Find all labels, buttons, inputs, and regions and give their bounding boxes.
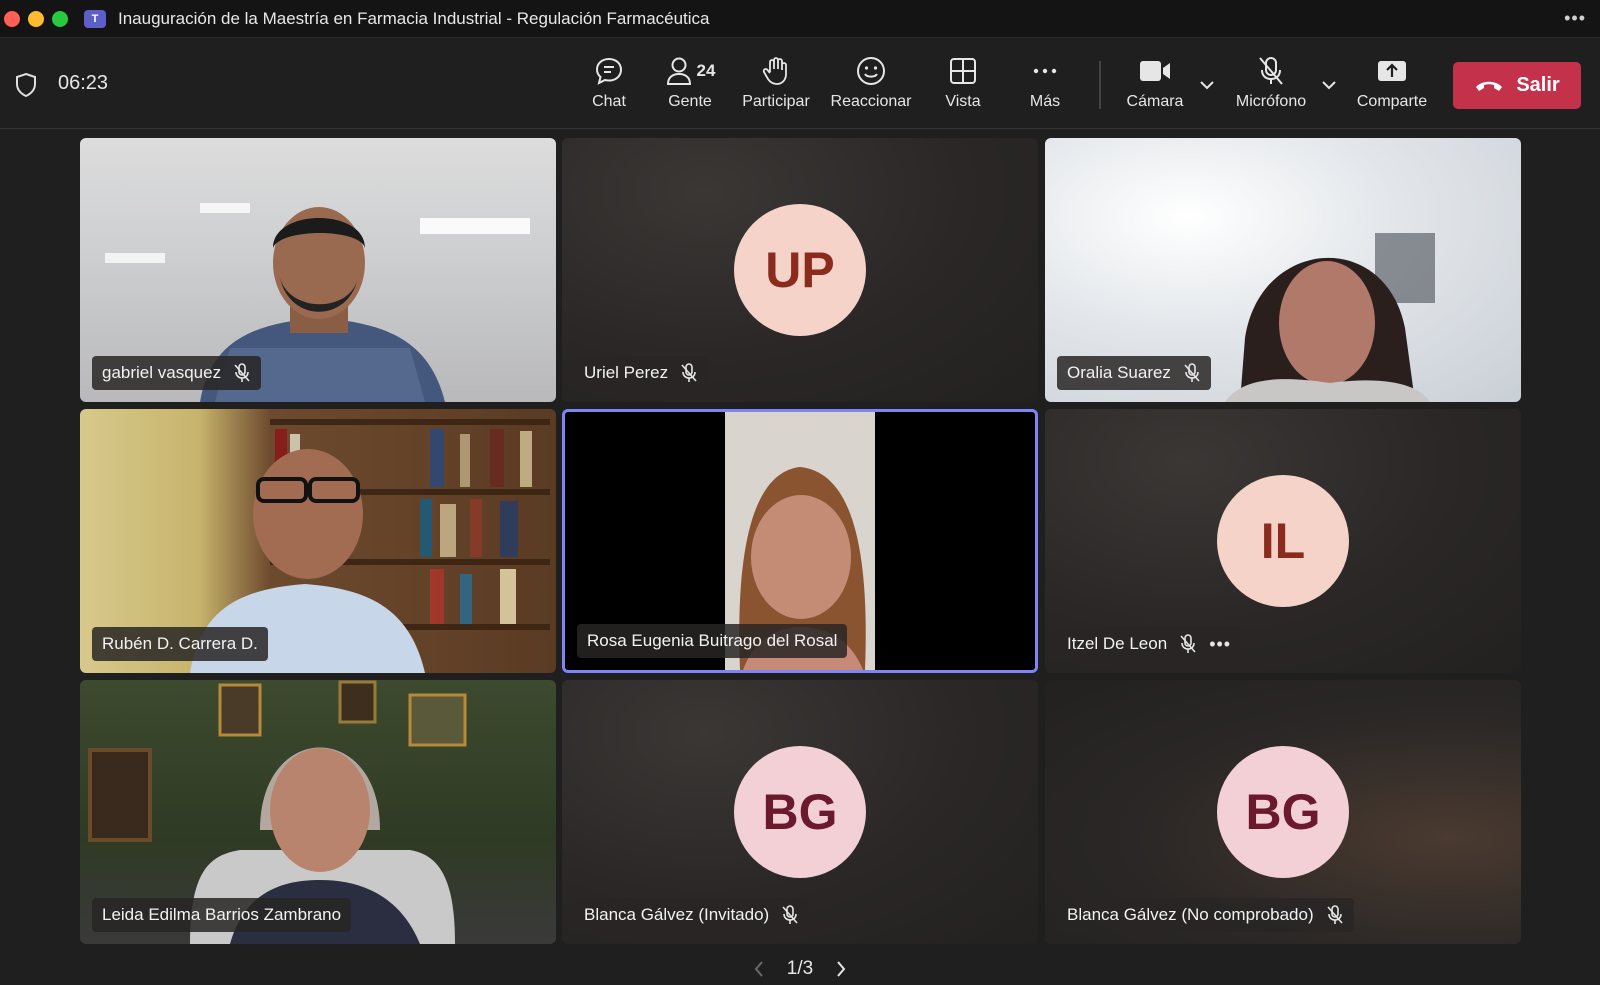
raise-hand-button[interactable]: Participar — [736, 53, 816, 119]
camera-icon — [1140, 61, 1170, 81]
share-screen-icon — [1378, 61, 1406, 81]
microphone-button[interactable]: Micrófono — [1230, 53, 1312, 119]
share-button[interactable]: Comparte — [1352, 53, 1432, 119]
participant-tile-itzel-de-leon[interactable]: IL Itzel De Leon ••• — [1045, 409, 1521, 673]
participant-nameplate: Uriel Perez — [574, 356, 709, 390]
participant-nameplate: Rubén D. Carrera D. — [92, 627, 268, 661]
participant-nameplate: Rosa Eugenia Buitrago del Rosal — [577, 624, 848, 658]
mic-off-icon — [1327, 905, 1343, 924]
share-label: Comparte — [1356, 93, 1428, 110]
participant-name: Rosa Eugenia Buitrago del Rosal — [587, 631, 838, 650]
smiley-icon — [857, 57, 885, 85]
avatar: BG — [734, 746, 866, 878]
chat-button[interactable]: Chat — [584, 53, 634, 119]
meeting-timer: 06:23 — [58, 72, 109, 94]
avatar: BG — [1217, 746, 1349, 878]
minimize-window-button[interactable] — [28, 10, 44, 27]
participant-tile-ruben-carrera[interactable]: Rubén D. Carrera D. — [80, 409, 556, 673]
participant-nameplate: Blanca Gálvez (No comprobado) — [1057, 898, 1354, 932]
participant-name: Blanca Gálvez (Invitado) — [584, 905, 770, 924]
chat-icon — [595, 57, 623, 85]
toolbar-divider — [1099, 61, 1101, 109]
participant-tile-uriel-perez[interactable]: UP Uriel Perez — [562, 138, 1038, 402]
camera-options-chevron-down-icon[interactable] — [1198, 79, 1216, 91]
chat-label: Chat — [592, 93, 626, 110]
participant-name: Itzel De Leon — [1067, 634, 1168, 653]
participant-nameplate: Leida Edilma Barrios Zambrano — [92, 898, 352, 932]
participant-tile-blanca-galvez-no-comprobado[interactable]: BG Blanca Gálvez (No comprobado) — [1045, 680, 1521, 944]
next-page-chevron-right-icon[interactable] — [835, 960, 847, 978]
gallery-pager: 1/3 — [0, 955, 1600, 983]
participant-nameplate: gabriel vasquez — [92, 356, 262, 390]
participant-tile-gabriel-vasquez[interactable]: gabriel vasquez — [80, 138, 556, 402]
camera-label: Cámara — [1126, 93, 1184, 110]
mic-off-icon — [782, 905, 798, 924]
react-button[interactable]: Reaccionar — [826, 53, 916, 119]
participant-nameplate: Oralia Suarez — [1057, 356, 1211, 390]
participant-name: Leida Edilma Barrios Zambrano — [102, 905, 342, 924]
raise-hand-icon — [762, 57, 787, 85]
more-button[interactable]: Más — [1020, 53, 1070, 119]
camera-button[interactable]: Cámara — [1120, 53, 1190, 119]
leave-label: Salir — [1516, 74, 1560, 96]
participant-name: Blanca Gálvez (No comprobado) — [1067, 905, 1314, 924]
participant-name: Rubén D. Carrera D. — [102, 634, 258, 653]
window-controls — [4, 10, 68, 27]
view-button[interactable]: Vista — [938, 53, 988, 119]
mic-off-icon — [1180, 634, 1196, 653]
participant-tile-rosa-buitrago[interactable]: Rosa Eugenia Buitrago del Rosal — [562, 409, 1038, 673]
mic-off-icon — [1259, 57, 1283, 85]
maximize-window-button[interactable] — [52, 10, 68, 27]
view-label: Vista — [945, 93, 981, 110]
participant-name: Oralia Suarez — [1067, 363, 1171, 382]
mic-off-icon — [1184, 363, 1200, 382]
people-icon — [666, 57, 691, 85]
people-label: Gente — [668, 93, 712, 110]
people-count: 24 — [696, 61, 716, 80]
leave-button[interactable]: Salir — [1453, 62, 1581, 109]
window-title: Inauguración de la Maestría en Farmacia … — [118, 8, 710, 28]
more-label: Más — [1029, 93, 1061, 110]
participant-options-icon[interactable]: ••• — [1209, 635, 1231, 653]
mic-options-chevron-down-icon[interactable] — [1320, 79, 1338, 91]
avatar: UP — [734, 204, 866, 336]
react-label: Reaccionar — [830, 93, 912, 110]
hang-up-icon — [1476, 81, 1503, 91]
more-horizontal-icon[interactable]: ••• — [1564, 8, 1586, 29]
microphone-label: Micrófono — [1235, 93, 1307, 110]
previous-page-chevron-left-icon[interactable] — [753, 960, 765, 978]
participant-tile-oralia-suarez[interactable]: Oralia Suarez — [1045, 138, 1521, 402]
participant-name: gabriel vasquez — [102, 363, 222, 382]
mic-off-icon — [234, 363, 250, 382]
raise-hand-label: Participar — [742, 93, 810, 110]
page-indicator: 1/3 — [786, 958, 814, 979]
teams-logo-icon: T — [84, 9, 106, 28]
participant-nameplate: Blanca Gálvez (Invitado) — [574, 898, 810, 932]
window-titlebar: T Inauguración de la Maestría en Farmaci… — [0, 0, 1600, 38]
participant-tile-blanca-galvez-invitado[interactable]: BG Blanca Gálvez (Invitado) — [562, 680, 1038, 944]
meeting-toolbar: 06:23 Chat 24 Gente Participar Reacciona… — [0, 39, 1600, 129]
people-button[interactable]: 24 Gente — [658, 53, 722, 119]
mic-off-icon — [681, 363, 697, 382]
avatar: IL — [1217, 475, 1349, 607]
grid-view-icon — [950, 58, 976, 84]
close-window-button[interactable] — [4, 10, 20, 27]
participant-nameplate: Itzel De Leon ••• — [1057, 627, 1242, 661]
shield-icon — [16, 72, 36, 98]
participant-tile-leida-barrios[interactable]: Leida Edilma Barrios Zambrano — [80, 680, 556, 944]
more-horizontal-icon — [1033, 68, 1057, 74]
participant-name: Uriel Perez — [584, 363, 669, 382]
